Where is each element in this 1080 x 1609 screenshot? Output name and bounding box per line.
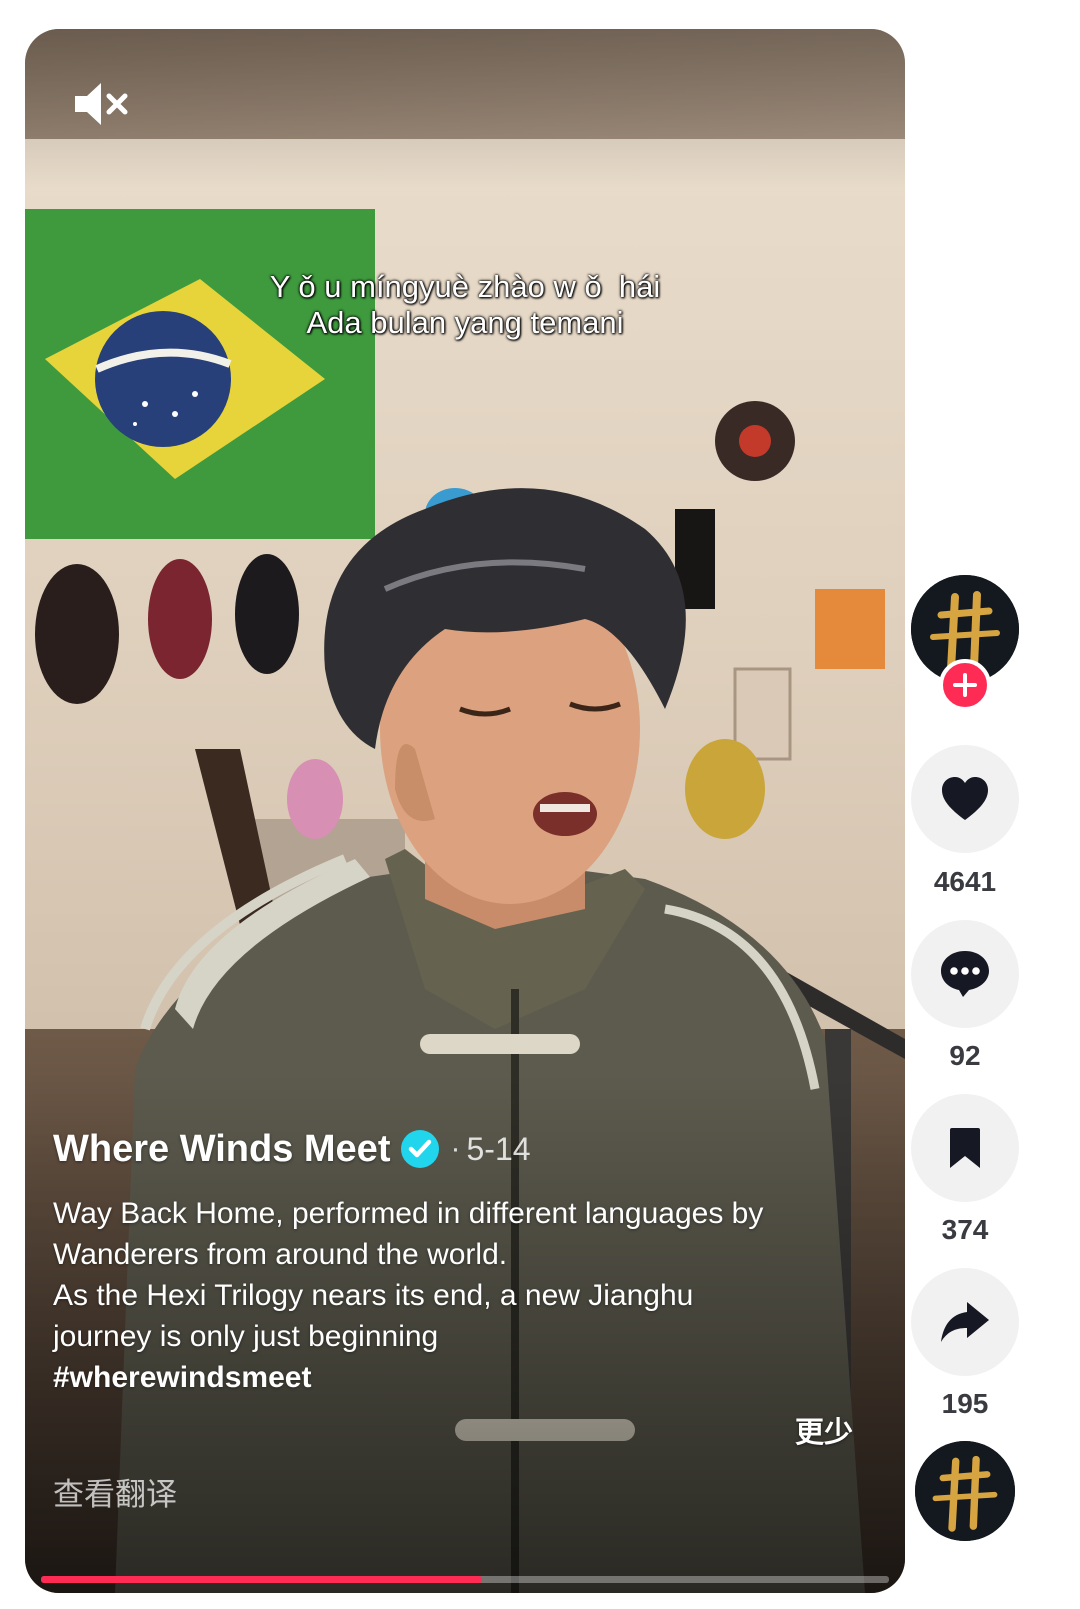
comment-count: 92 — [949, 1040, 981, 1071]
creator-avatar-button[interactable] — [911, 575, 1019, 711]
description-line: Wanderers from around the world. — [53, 1238, 508, 1271]
subtitle-line-1: Y ǒ u míngyuè zhào w ǒ hái — [269, 269, 661, 304]
music-disc-button[interactable] — [915, 1441, 1015, 1541]
verified-badge-icon — [401, 1130, 440, 1168]
follow-button[interactable] — [939, 659, 991, 711]
show-less-button[interactable]: 更少 — [795, 1409, 853, 1451]
author-name[interactable]: Where Winds Meet — [53, 1128, 390, 1171]
comment-button[interactable] — [911, 920, 1019, 1028]
see-translation-link[interactable]: 查看翻译 — [53, 1469, 177, 1514]
video-progress-bar[interactable] — [41, 1576, 889, 1583]
music-disc-icon — [915, 1441, 1015, 1541]
save-button[interactable] — [911, 1094, 1019, 1202]
video-caption: Where Winds Meet · 5-14 Way Back Home, p… — [53, 1119, 873, 1398]
burned-in-subtitles: Y ǒ u míngyuè zhào w ǒ hái Ada bulan yan… — [25, 269, 905, 341]
post-date: 5-14 — [466, 1130, 531, 1167]
bookmark-icon — [950, 1128, 980, 1168]
heart-icon — [942, 777, 988, 820]
description-line: As the Hexi Trilogy nears its end, a new… — [53, 1279, 694, 1312]
separator-dot: · — [450, 1132, 461, 1165]
like-count: 4641 — [933, 866, 997, 897]
description-line: Way Back Home, performed in different la… — [53, 1197, 764, 1230]
subtitle-line-2: Ada bulan yang temani — [306, 305, 624, 340]
save-count: 374 — [941, 1214, 989, 1245]
comment-icon — [941, 951, 989, 997]
share-arrow-icon — [941, 1302, 989, 1342]
hashtag-link[interactable]: #wherewindsmeet — [53, 1357, 873, 1398]
author-row: Where Winds Meet · 5-14 — [53, 1119, 873, 1179]
share-button[interactable] — [911, 1268, 1019, 1376]
like-button[interactable] — [911, 745, 1019, 853]
top-gradient — [25, 29, 905, 189]
speaker-muted-icon[interactable] — [71, 79, 131, 129]
video-progress-fill — [41, 1576, 482, 1583]
video-player[interactable]: Y ǒ u míngyuè zhào w ǒ hái Ada bulan yan… — [25, 29, 905, 1593]
plus-icon — [953, 673, 977, 697]
share-count: 195 — [941, 1388, 989, 1419]
video-description: Way Back Home, performed in different la… — [53, 1193, 873, 1398]
description-line: journey is only just beginning — [53, 1320, 439, 1353]
